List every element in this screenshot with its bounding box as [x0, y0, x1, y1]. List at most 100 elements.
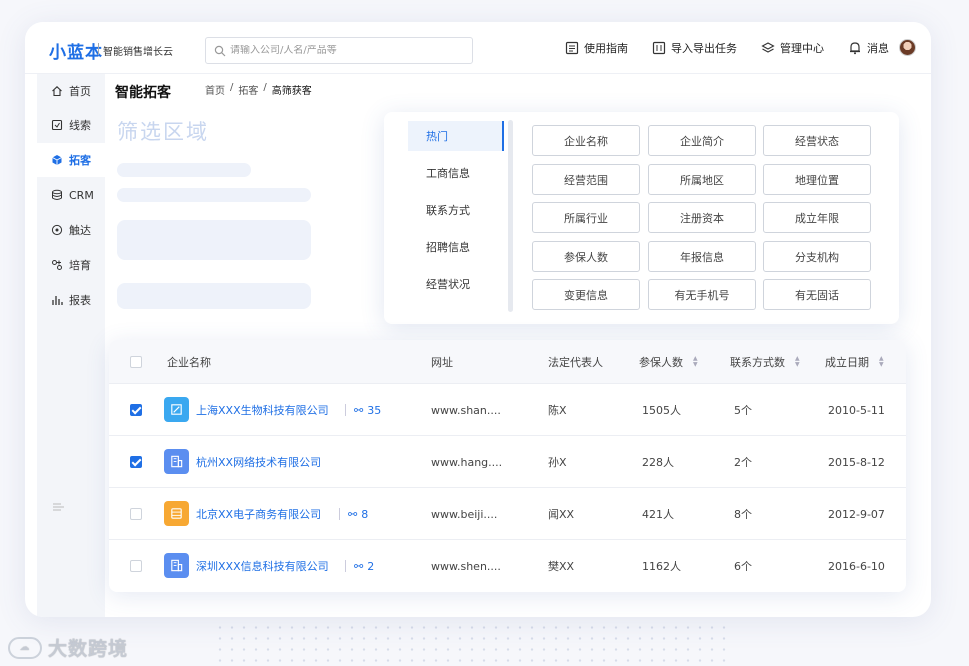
column-founded[interactable]: 成立日期 ▲ ▼ — [825, 340, 884, 384]
breadcrumb-home[interactable]: 首页 — [205, 82, 225, 97]
company-name-link[interactable]: 上海XXX生物科技有限公司 — [196, 384, 329, 436]
avatar[interactable] — [899, 39, 916, 56]
column-insured[interactable]: 参保人数 ▲ ▼ — [639, 340, 698, 384]
row-checkbox[interactable] — [130, 560, 142, 572]
column-founded-label: 成立日期 — [825, 356, 869, 369]
filter-tag[interactable]: 经营状态 — [763, 125, 871, 156]
collapse-sidebar-icon[interactable] — [53, 502, 65, 512]
insured-cell: 421人 — [642, 508, 674, 521]
filter-tag[interactable]: 企业简介 — [648, 125, 756, 156]
related-count-value: 35 — [367, 403, 382, 417]
filter-category-recruit[interactable]: 招聘信息 — [408, 232, 504, 262]
filter-tag[interactable]: 有无手机号 — [648, 279, 756, 310]
home-icon — [52, 86, 62, 97]
row-checkbox[interactable] — [130, 456, 142, 468]
filter-tag[interactable]: 有无固话 — [763, 279, 871, 310]
company-logo-icon — [164, 501, 189, 526]
breadcrumb-separator: / — [230, 82, 234, 93]
website-cell[interactable]: www.shen.... — [431, 540, 501, 592]
filter-tag[interactable]: 分支机构 — [763, 241, 871, 272]
divider — [345, 560, 346, 572]
prospect-icon — [52, 155, 62, 165]
insured-cell: 1162人 — [642, 560, 681, 573]
website-cell[interactable]: www.shan.... — [431, 384, 501, 436]
sidebar-item-reach[interactable]: 触达 — [37, 213, 105, 247]
sidebar-item-reports[interactable]: 报表 — [37, 283, 105, 317]
nav-management-label: 管理中心 — [780, 42, 824, 55]
related-count-value: 2 — [367, 559, 375, 573]
legal-rep-cell: 陈X — [548, 404, 567, 417]
sidebar-item-label: 培育 — [69, 259, 91, 272]
nav-import-export-label: 导入导出任务 — [671, 42, 737, 55]
column-contacts[interactable]: 联系方式数 ▲ ▼ — [730, 340, 800, 384]
filter-tag[interactable]: 企业名称 — [532, 125, 640, 156]
report-icon — [52, 296, 63, 305]
filter-category-hot[interactable]: 热门 — [408, 121, 504, 151]
company-logo-icon — [164, 553, 189, 578]
website-cell[interactable]: www.beiji.... — [431, 488, 497, 540]
sidebar-item-crm[interactable]: CRM — [37, 178, 105, 212]
sort-icon[interactable]: ▲ ▼ — [795, 356, 800, 368]
filter-tag[interactable]: 变更信息 — [532, 279, 640, 310]
nav-management[interactable]: 管理中心 — [761, 22, 824, 74]
filter-tag[interactable]: 地理位置 — [763, 164, 871, 195]
founded-cell: 2016-6-10 — [828, 559, 885, 573]
filter-tag[interactable]: 注册资本 — [648, 202, 756, 233]
filter-tag[interactable]: 经营范围 — [532, 164, 640, 195]
table-row[interactable]: 北京XX电子商务有限公司 ⚯ 8 www.beiji.... 闻XX 421人 8… — [109, 488, 906, 540]
bell-icon — [850, 42, 860, 55]
filter-tag[interactable]: 所属地区 — [648, 164, 756, 195]
sort-icon[interactable]: ▲ ▼ — [879, 356, 884, 368]
column-company: 企业名称 — [167, 356, 211, 369]
sidebar-item-label: CRM — [69, 188, 94, 202]
row-checkbox[interactable] — [130, 404, 142, 416]
contacts-cell: 2个 — [734, 456, 752, 469]
building-icon — [171, 455, 183, 468]
filter-tag[interactable]: 成立年限 — [763, 202, 871, 233]
nav-guide[interactable]: 使用指南 — [565, 22, 628, 74]
nav-import-export[interactable]: 导入导出任务 — [652, 22, 737, 74]
company-name-link[interactable]: 深圳XXX信息科技有限公司 — [196, 540, 329, 592]
column-website: 网址 — [431, 356, 453, 369]
related-count[interactable]: ⚯ 2 — [345, 540, 374, 592]
divider — [345, 404, 346, 416]
popover-scrollbar[interactable] — [508, 120, 513, 312]
dotted-pattern — [214, 622, 734, 666]
search-input[interactable] — [230, 45, 460, 56]
related-count[interactable]: ⚯ 8 — [339, 488, 368, 540]
legal-rep-cell: 闻XX — [548, 508, 575, 521]
skeleton-block — [117, 220, 311, 260]
sidebar: 首页 线索 拓客 CRM 触达 培育 报表 — [37, 74, 105, 617]
filter-tag[interactable]: 参保人数 — [532, 241, 640, 272]
nav-guide-label: 使用指南 — [584, 42, 628, 55]
sidebar-item-nurture[interactable]: 培育 — [37, 248, 105, 282]
related-count[interactable]: ⚯ 35 — [345, 384, 381, 436]
sidebar-item-clues[interactable]: 线索 — [37, 108, 105, 142]
filter-tag[interactable]: 所属行业 — [532, 202, 640, 233]
watermark-text: 大数跨境 — [48, 638, 129, 660]
company-logo-icon — [164, 449, 189, 474]
sidebar-item-prospect[interactable]: 拓客 — [37, 143, 105, 177]
brand-logo[interactable]: 小蓝本 — [49, 38, 103, 63]
sidebar-item-home[interactable]: 首页 — [37, 74, 105, 108]
table-header: 企业名称 网址 法定代表人 参保人数 ▲ ▼ 联系方式数 ▲ ▼ 成立日期 ▲ ▼ — [109, 340, 906, 384]
founded-cell: 2015-8-12 — [828, 455, 885, 469]
table-row[interactable]: 深圳XXX信息科技有限公司 ⚯ 2 www.shen.... 樊XX 1162人 … — [109, 540, 906, 592]
table-row[interactable]: 上海XXX生物科技有限公司 ⚯ 35 www.shan.... 陈X 1505人 … — [109, 384, 906, 436]
breadcrumb-prospect[interactable]: 拓客 — [238, 82, 258, 97]
search-icon — [214, 45, 226, 56]
sidebar-item-label: 首页 — [69, 85, 91, 98]
sort-icon[interactable]: ▲ ▼ — [693, 356, 698, 368]
select-all-checkbox[interactable] — [130, 356, 142, 368]
filter-category-contact[interactable]: 联系方式 — [408, 195, 504, 225]
website-cell[interactable]: www.hang.... — [431, 436, 502, 488]
filter-category-operation[interactable]: 经营状况 — [408, 269, 504, 299]
table-row[interactable]: 杭州XX网络技术有限公司 www.hang.... 孙X 228人 2个 201… — [109, 436, 906, 488]
search-box[interactable] — [205, 37, 473, 64]
company-name-link[interactable]: 杭州XX网络技术有限公司 — [196, 436, 321, 488]
filter-category-business[interactable]: 工商信息 — [408, 158, 504, 188]
nav-messages[interactable]: 消息 — [848, 22, 889, 74]
company-name-link[interactable]: 北京XX电子商务有限公司 — [196, 488, 321, 540]
row-checkbox[interactable] — [130, 508, 142, 520]
filter-tag[interactable]: 年报信息 — [648, 241, 756, 272]
